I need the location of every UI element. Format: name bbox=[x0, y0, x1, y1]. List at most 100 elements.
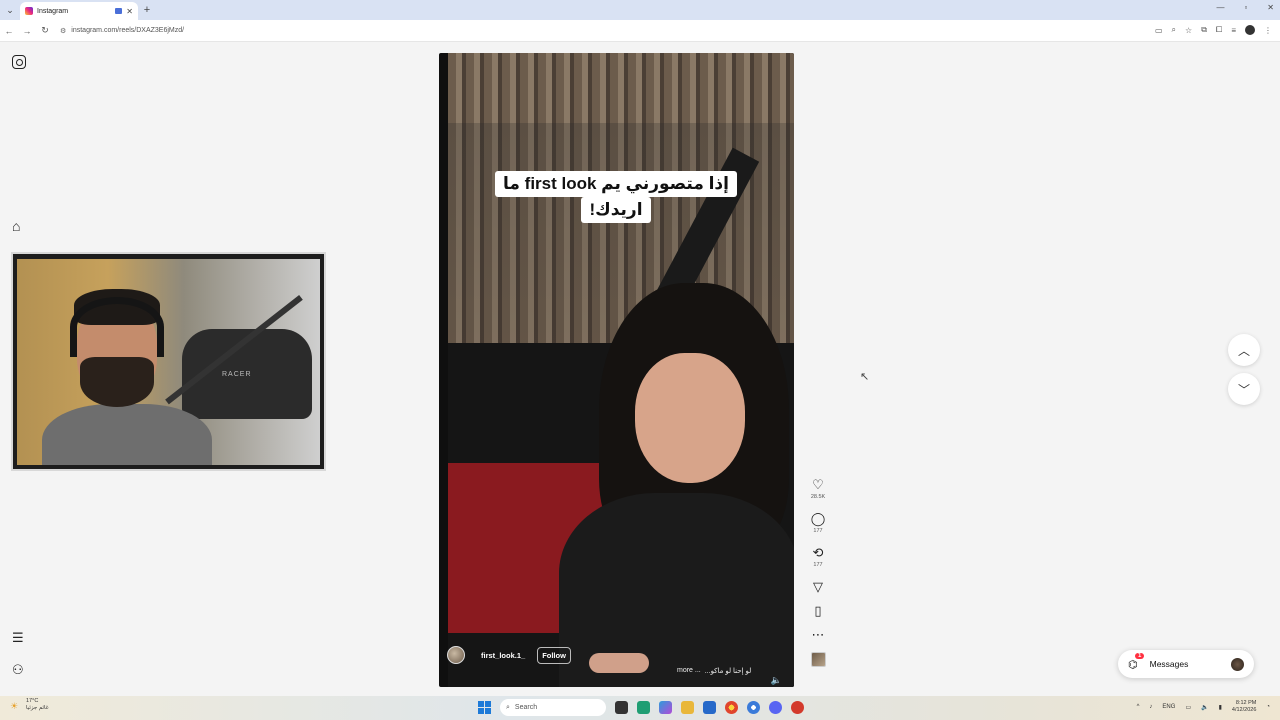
instagram-page: ⌂ ☰ ⚇ RACER إذا متصورني يم first look ما… bbox=[0, 42, 1280, 696]
messages-label: Messages bbox=[1149, 659, 1189, 669]
previous-reel-button[interactable]: ︿ bbox=[1228, 334, 1260, 366]
tab-close-icon[interactable]: ✕ bbox=[126, 7, 133, 16]
comment-count: 177 bbox=[813, 528, 823, 534]
extensions-puzzle-icon[interactable]: ⧠ bbox=[1216, 25, 1222, 35]
webcam-video: RACER bbox=[17, 259, 320, 465]
window-controls: — ▫ ✕ bbox=[1216, 3, 1274, 12]
repost-action: ⟲ 177 bbox=[813, 546, 824, 570]
search-icon: ⌕ bbox=[506, 703, 510, 711]
obs-icon[interactable] bbox=[791, 701, 804, 714]
more-icon[interactable]: ⋯ bbox=[812, 628, 825, 642]
weather-desc: غائم جزئيا bbox=[26, 705, 49, 711]
clock[interactable]: 8:12 PM 4/12/2026 bbox=[1232, 700, 1256, 714]
browser-tab-bar: ⌄ Instagram ✕ + — ▫ ✕ bbox=[0, 0, 1280, 20]
sidebar-icon[interactable]: ≡ bbox=[1231, 26, 1236, 35]
messenger-icon: ⌬ 1 bbox=[1128, 652, 1145, 671]
reel-description: more ... لو إحنا لو ماكو... bbox=[677, 667, 751, 675]
reload-icon[interactable]: ↻ bbox=[36, 25, 54, 36]
volume-icon[interactable]: 🔈 bbox=[1201, 704, 1208, 711]
apps-icon[interactable]: ⚇ bbox=[12, 662, 24, 678]
new-tab-button[interactable]: + bbox=[138, 4, 156, 16]
clock-date: 4/12/2026 bbox=[1231, 707, 1257, 713]
repost-count: 177 bbox=[813, 562, 823, 568]
clock-time: 8:12 PM bbox=[1235, 700, 1257, 706]
chevron-down-icon: ﹀ bbox=[1237, 382, 1250, 397]
reel-author: first_look.1_ Follow bbox=[447, 646, 571, 664]
send-icon[interactable]: ▽ bbox=[813, 580, 823, 594]
toolbar-icons: ▭ ⌕ ☆ ⧉ ⧠ ≡ ⋮ bbox=[1155, 25, 1272, 35]
follow-button[interactable]: Follow bbox=[537, 646, 571, 664]
messages-avatar bbox=[1231, 657, 1244, 671]
home-icon[interactable]: ⌂ bbox=[12, 218, 20, 234]
instagram-favicon-icon bbox=[25, 7, 33, 15]
more-link[interactable]: more ... bbox=[677, 667, 701, 675]
bookmark-star-icon[interactable]: ☆ bbox=[1185, 26, 1192, 35]
comment-icon[interactable]: ◯ bbox=[811, 512, 826, 526]
instagram-icon[interactable] bbox=[12, 55, 26, 69]
copilot-icon[interactable] bbox=[659, 701, 672, 714]
tab-list-chevron-icon[interactable]: ⌄ bbox=[0, 0, 20, 20]
minimize-icon[interactable]: — bbox=[1216, 3, 1224, 12]
author-avatar[interactable] bbox=[447, 646, 465, 664]
save-action: ▯ bbox=[814, 604, 821, 618]
file-explorer-icon[interactable] bbox=[681, 701, 694, 714]
back-arrow-icon[interactable]: ← bbox=[0, 26, 18, 36]
site-info-icon[interactable]: ⚙ bbox=[60, 27, 66, 35]
close-window-icon[interactable]: ✕ bbox=[1267, 3, 1274, 12]
audio-action bbox=[810, 652, 826, 667]
browser-menu-icon[interactable]: ⋮ bbox=[1264, 26, 1272, 35]
weather-temp: 17°C bbox=[26, 698, 39, 704]
notifications-icon[interactable]: ◔ bbox=[1266, 704, 1270, 710]
reel-caption: إذا متصورني يم first look ما اريدك! bbox=[485, 171, 747, 223]
url-field[interactable]: ⚙ instagram.com/reels/DXAZ3E6jMzd/ bbox=[60, 27, 184, 35]
reel-video[interactable]: إذا متصورني يم first look ما اريدك! firs… bbox=[439, 53, 794, 687]
weather-icon[interactable]: ☀ bbox=[10, 701, 18, 712]
next-reel-button[interactable]: ﹀ bbox=[1228, 373, 1260, 405]
system-tray: ^ ♪ ENG ▭ 🔈 ▮ 8:12 PM 4/12/2026 ◔ bbox=[1137, 700, 1270, 714]
discord-icon[interactable] bbox=[769, 701, 782, 714]
install-app-icon[interactable]: ▭ bbox=[1155, 26, 1163, 35]
profile-avatar-icon[interactable] bbox=[1245, 25, 1255, 35]
mute-icon[interactable]: 🔈 bbox=[771, 675, 782, 686]
share-action: ▽ bbox=[813, 580, 823, 594]
browser-tab-instagram[interactable]: Instagram ✕ bbox=[20, 2, 138, 20]
taskbar-apps: ⌕ Search bbox=[478, 699, 804, 716]
author-username[interactable]: first_look.1_ bbox=[481, 651, 525, 660]
chevron-up-icon: ︿ bbox=[1237, 343, 1250, 358]
language-indicator[interactable]: ENG bbox=[1162, 704, 1175, 710]
weather-widget[interactable]: 17°C غائم جزئيا bbox=[26, 698, 49, 712]
caption-line-1: إذا متصورني يم first look ما bbox=[495, 171, 737, 197]
audio-thumbnail[interactable] bbox=[810, 652, 826, 667]
task-view-icon[interactable] bbox=[615, 701, 628, 714]
network-icon[interactable]: ▭ bbox=[1185, 704, 1191, 711]
restore-icon[interactable]: ▫ bbox=[1244, 3, 1247, 12]
headset-icon bbox=[70, 297, 164, 357]
heart-icon[interactable]: ♡ bbox=[812, 478, 824, 492]
taskbar-search[interactable]: ⌕ Search bbox=[500, 699, 606, 716]
extension-icon[interactable]: ⧉ bbox=[1201, 25, 1207, 35]
app-icon-1[interactable] bbox=[637, 701, 650, 714]
repost-icon[interactable]: ⟲ bbox=[813, 546, 824, 560]
hamburger-menu-icon[interactable]: ☰ bbox=[12, 630, 24, 646]
messages-button[interactable]: ⌬ 1 Messages bbox=[1118, 650, 1254, 678]
url-text: instagram.com/reels/DXAZ3E6jMzd/ bbox=[71, 27, 185, 34]
comment-action: ◯ 177 bbox=[811, 512, 826, 536]
streamer bbox=[42, 289, 212, 465]
forward-arrow-icon[interactable]: → bbox=[18, 26, 36, 36]
bookmark-icon[interactable]: ▯ bbox=[814, 604, 821, 618]
tab-title: Instagram bbox=[37, 7, 69, 15]
browser-icon[interactable] bbox=[747, 701, 760, 714]
more-action: ⋯ bbox=[812, 628, 825, 642]
chair-brand-text: RACER bbox=[222, 371, 252, 378]
battery-icon[interactable]: ▮ bbox=[1219, 704, 1222, 711]
chrome-icon[interactable] bbox=[725, 701, 738, 714]
zoom-icon[interactable]: ⌕ bbox=[1172, 25, 1176, 35]
microphone-icon[interactable]: ♪ bbox=[1149, 704, 1152, 710]
tray-chevron-icon[interactable]: ^ bbox=[1137, 704, 1140, 710]
address-bar-row: ← → ↻ ⚙ instagram.com/reels/DXAZ3E6jMzd/… bbox=[0, 20, 1280, 42]
windows-taskbar: ☀ 17°C غائم جزئيا ⌕ Search ^ ♪ ENG ▭ 🔈 ▮… bbox=[0, 696, 1280, 720]
store-icon[interactable] bbox=[703, 701, 716, 714]
tab-media-icon[interactable] bbox=[115, 8, 123, 14]
windows-start-icon[interactable] bbox=[478, 701, 491, 714]
webcam-overlay: RACER bbox=[11, 252, 326, 471]
